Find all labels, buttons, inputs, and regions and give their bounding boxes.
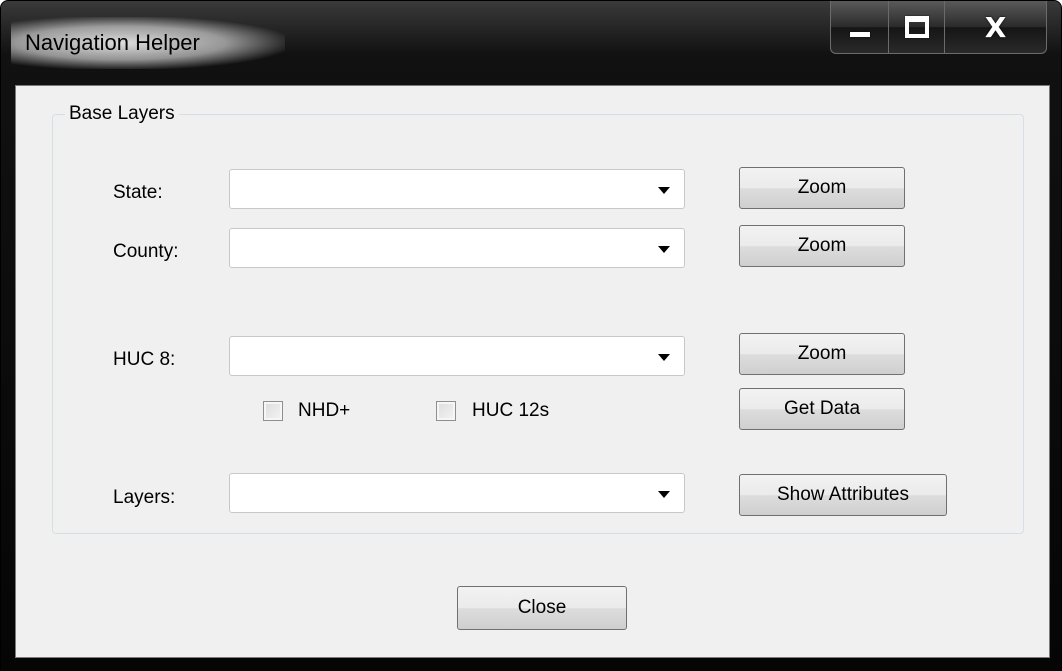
state-dropdown[interactable] [229,169,685,209]
county-zoom-button[interactable]: Zoom [739,225,905,267]
get-data-button[interactable]: Get Data [739,388,905,430]
navigation-helper-window: Navigation Helper X Base Layers State: Z… [0,0,1062,671]
huc8-label: HUC 8: [113,349,176,370]
caption-buttons: X [830,1,1047,54]
chevron-down-icon [658,187,670,194]
base-layers-group: Base Layers State: Zoom County: Zoom HUC… [52,103,1024,534]
huc12-checkbox[interactable] [436,401,456,421]
maximize-icon [904,16,929,38]
nhd-checkbox[interactable] [263,401,283,421]
huc8-zoom-button[interactable]: Zoom [739,333,905,375]
close-window-button[interactable]: X [945,1,1046,53]
state-label: State: [113,182,163,203]
chevron-down-icon [658,491,670,498]
dialog-body: Base Layers State: Zoom County: Zoom HUC… [15,85,1050,658]
nhd-label[interactable]: NHD+ [298,400,350,422]
maximize-button[interactable] [889,1,945,53]
close-button[interactable]: Close [457,586,627,630]
huc8-dropdown[interactable] [229,336,685,376]
window-title: Navigation Helper [11,17,285,69]
chevron-down-icon [658,246,670,253]
minimize-button[interactable] [831,1,889,53]
state-zoom-button[interactable]: Zoom [739,167,905,209]
huc12-label[interactable]: HUC 12s [472,400,549,422]
group-title: Base Layers [65,103,179,125]
layers-dropdown[interactable] [229,473,685,513]
close-icon: X [984,10,1007,44]
minimize-icon [849,31,870,37]
county-label: County: [113,241,179,262]
title-bar[interactable]: Navigation Helper X [1,1,1061,85]
county-dropdown[interactable] [229,228,685,268]
chevron-down-icon [658,354,670,361]
layers-label: Layers: [113,487,176,508]
show-attributes-button[interactable]: Show Attributes [739,474,947,516]
